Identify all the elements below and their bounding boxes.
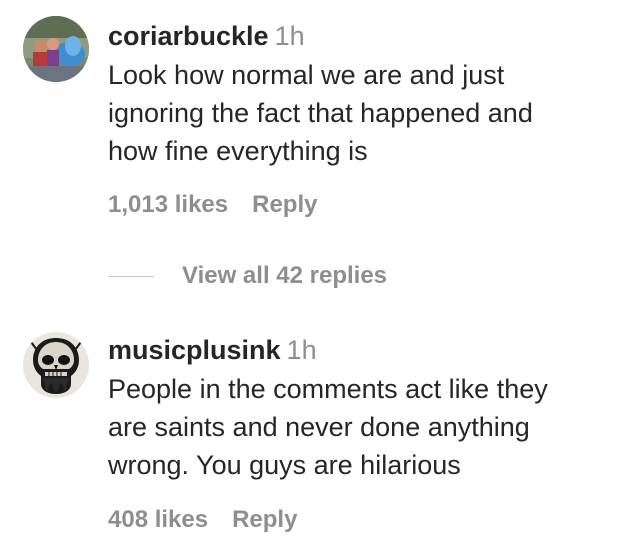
reply-button[interactable]: Reply <box>232 506 297 533</box>
replies-divider <box>108 275 154 277</box>
reply-button[interactable]: Reply <box>252 191 317 218</box>
likes-count[interactable]: 408 likes <box>108 506 208 533</box>
comment-actions: 408 likes Reply <box>108 506 297 534</box>
comment-text-line: wrong. You guys are hilarious <box>108 450 461 480</box>
comment-actions: 1,013 likes Reply <box>108 191 317 219</box>
comment-text: Look how normal we are and just ignoring… <box>108 56 628 170</box>
timestamp[interactable]: 1h <box>275 21 305 51</box>
likes-count[interactable]: 1,013 likes <box>108 191 228 218</box>
profile-photo-icon[interactable] <box>23 16 89 82</box>
view-replies-label: View all 42 replies <box>182 262 388 289</box>
comment-text-line: how fine everything is <box>108 136 368 166</box>
comment-text-line: Look how normal we are and just <box>108 60 505 90</box>
username[interactable]: coriarbuckle <box>108 21 269 51</box>
timestamp[interactable]: 1h <box>287 335 317 365</box>
comment-header: musicplusink 1h <box>108 334 628 366</box>
comment-text-line: are saints and never done anything <box>108 412 530 442</box>
view-replies-button[interactable]: View all 42 replies <box>108 258 387 294</box>
comment-text-line: ignoring the fact that happened and <box>108 98 533 128</box>
skull-avatar-icon[interactable] <box>23 332 89 398</box>
comment-text: People in the comments act like they are… <box>108 370 628 484</box>
comment-body: musicplusink 1h People in the comments ac… <box>108 334 628 484</box>
comment-text-line: People in the comments act like they <box>108 374 548 404</box>
comment-header: coriarbuckle 1h <box>108 20 628 52</box>
comment-body: coriarbuckle 1h Look how normal we are an… <box>108 20 628 170</box>
username[interactable]: musicplusink <box>108 335 281 365</box>
